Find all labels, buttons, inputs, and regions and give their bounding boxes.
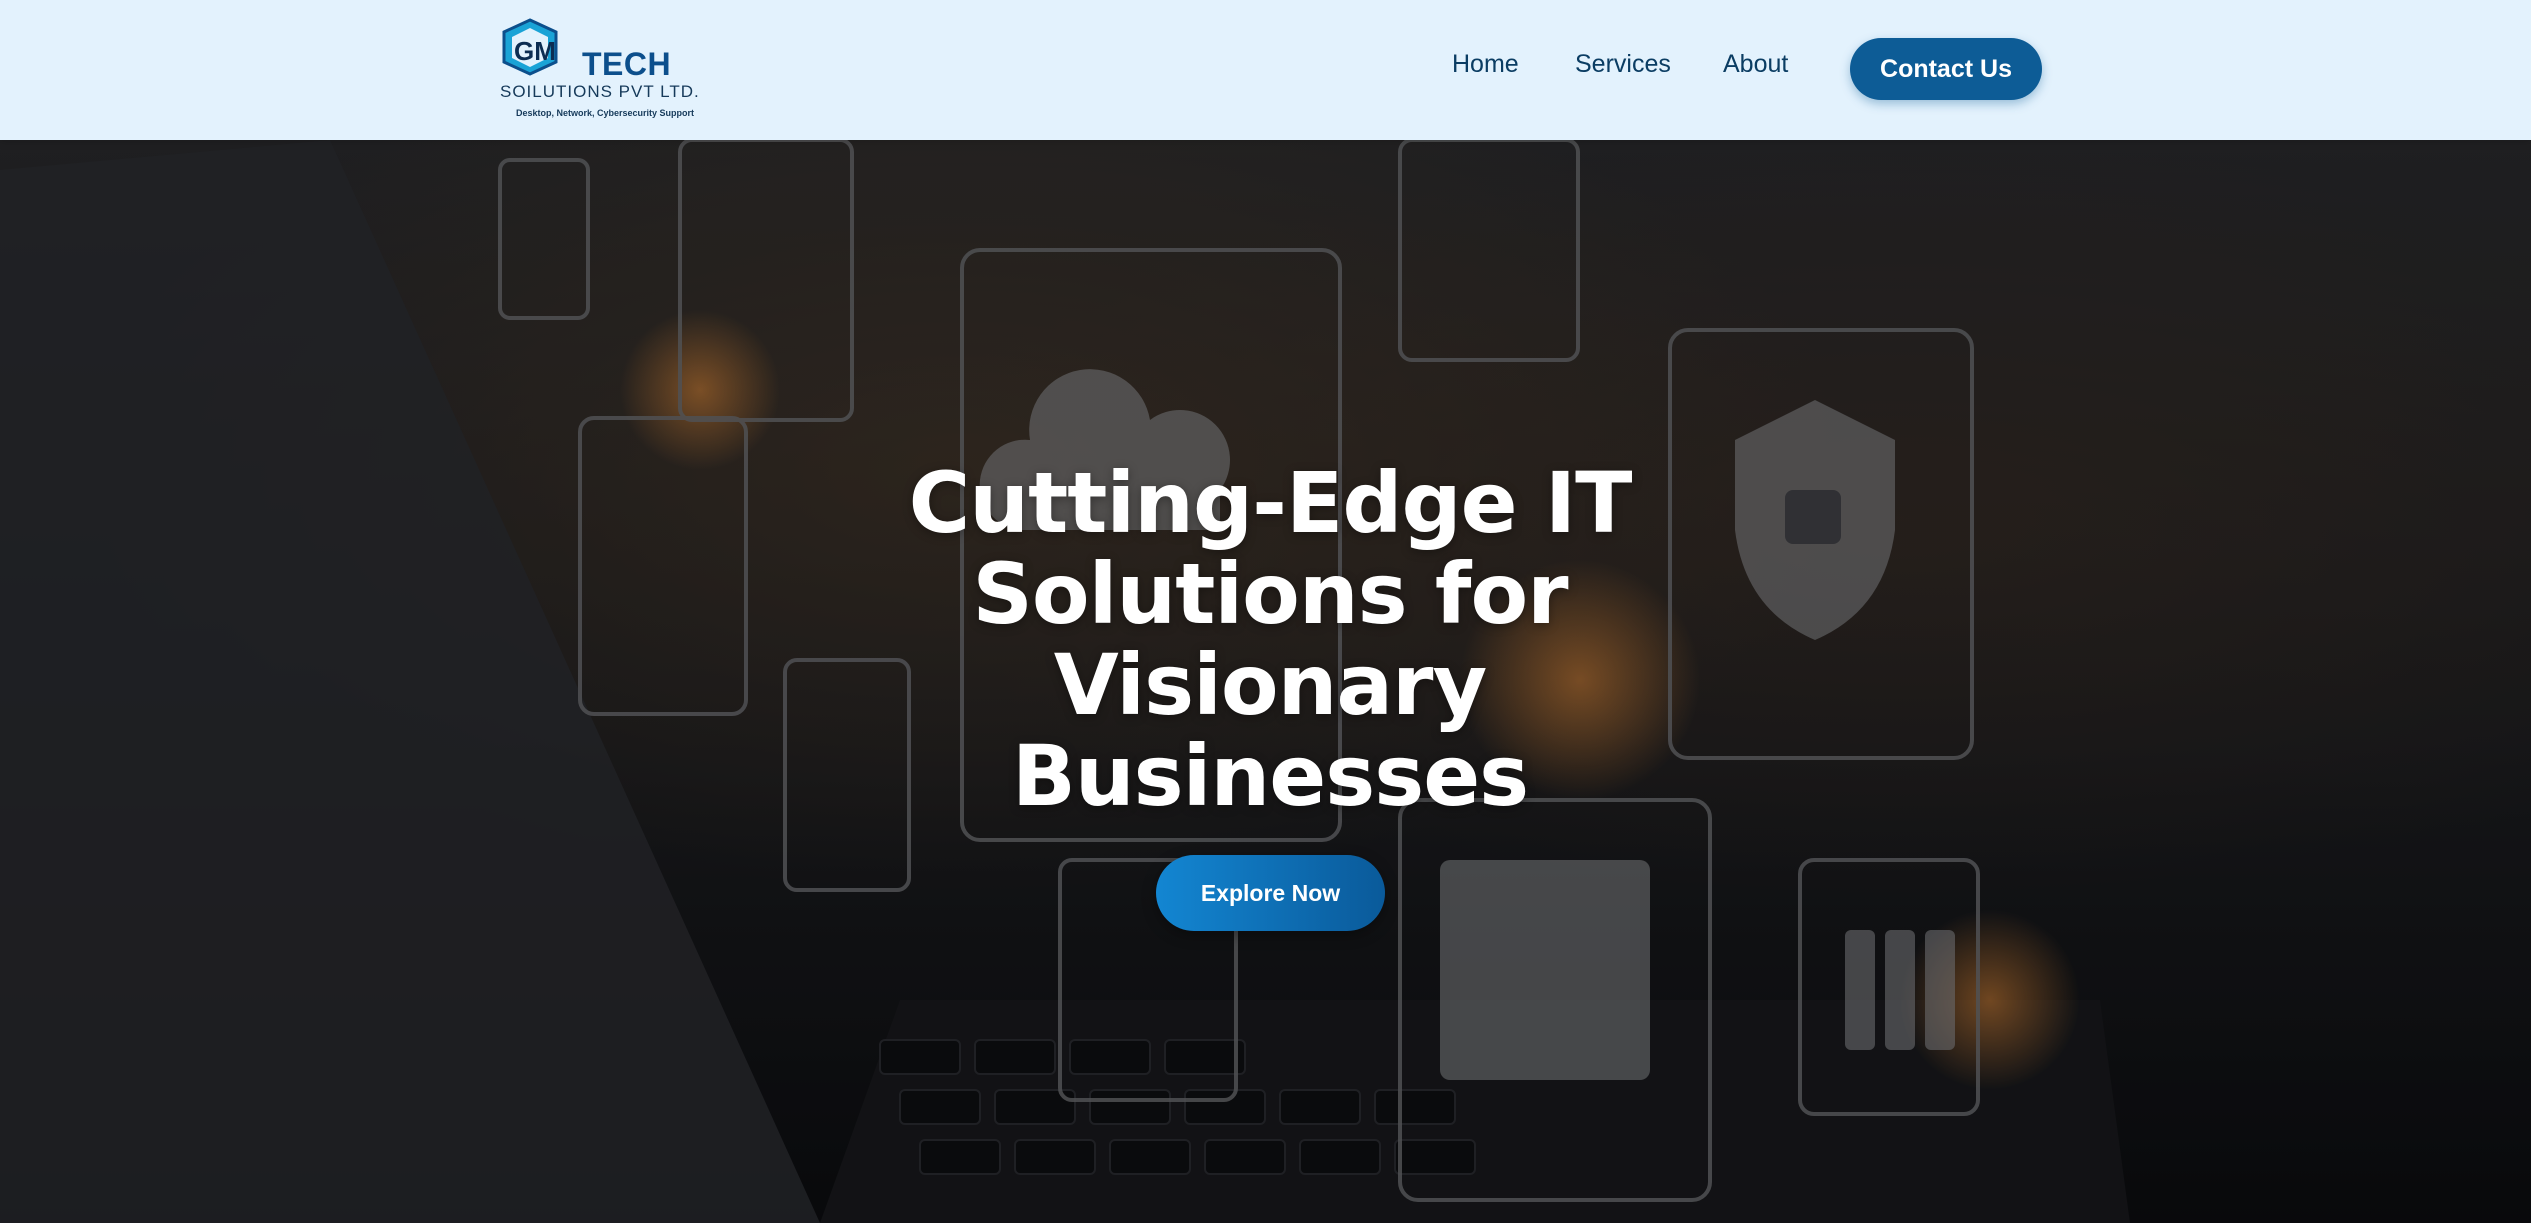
nav-home-link[interactable]: Home <box>1452 50 1519 79</box>
logo-tagline: Desktop, Network, Cybersecurity Support <box>516 108 695 118</box>
site-header: GM TECH SOILUTIONS PVT LTD. Desktop, Net… <box>0 0 2531 140</box>
hero-title-line-4: Businesses <box>1011 727 1529 825</box>
nav-about-link[interactable]: About <box>1723 50 1788 79</box>
hero-title-line-3: Visionary <box>1053 636 1487 734</box>
contact-us-button[interactable]: Contact Us <box>1850 38 2042 100</box>
hero-section: Cutting-Edge IT Solutions for Visionary … <box>0 140 2531 1223</box>
company-logo[interactable]: GM TECH SOILUTIONS PVT LTD. Desktop, Net… <box>498 18 699 126</box>
explore-now-button[interactable]: Explore Now <box>1156 855 1385 931</box>
logo-tech-text: TECH <box>582 46 672 82</box>
nav-services-link[interactable]: Services <box>1575 50 1671 79</box>
hero-title-line-2: Solutions for <box>972 545 1568 643</box>
logo-company-text: SOILUTIONS PVT LTD. <box>500 82 700 101</box>
logo-hexagon-icon: GM <box>502 18 558 76</box>
logo-mark-letters: GM <box>514 36 556 66</box>
hero-title-line-1: Cutting-Edge IT <box>908 454 1633 552</box>
hero-title: Cutting-Edge IT Solutions for Visionary … <box>880 458 1660 822</box>
